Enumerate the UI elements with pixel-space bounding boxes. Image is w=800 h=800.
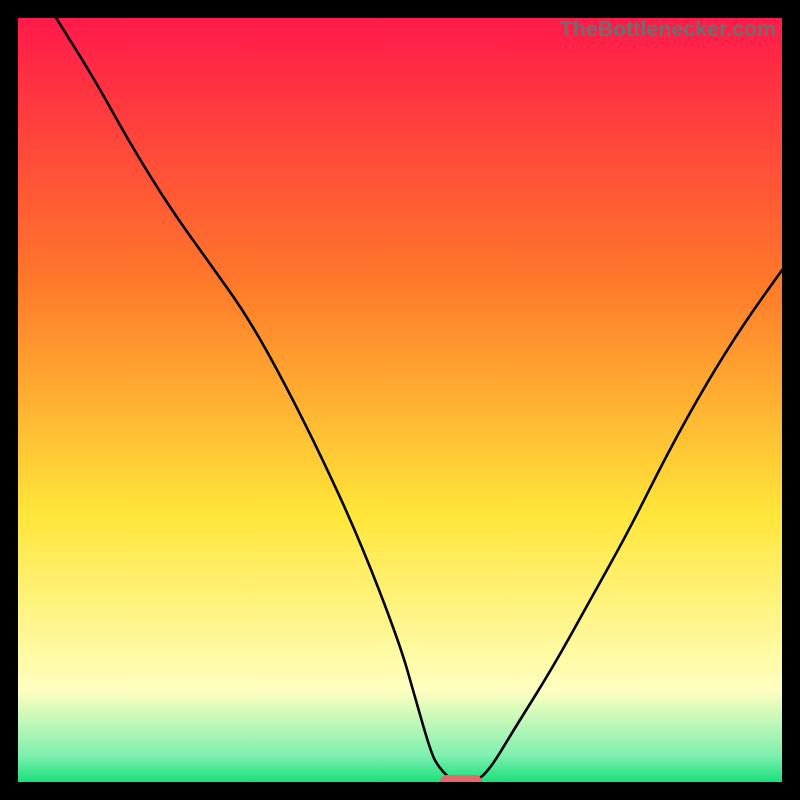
chart-frame: TheBottlenecker.com	[0, 0, 800, 800]
attribution-text: TheBottlenecker.com	[560, 18, 776, 42]
bottleneck-curve	[18, 18, 782, 782]
optimal-marker	[440, 775, 482, 782]
plot-area: TheBottlenecker.com	[18, 18, 782, 782]
